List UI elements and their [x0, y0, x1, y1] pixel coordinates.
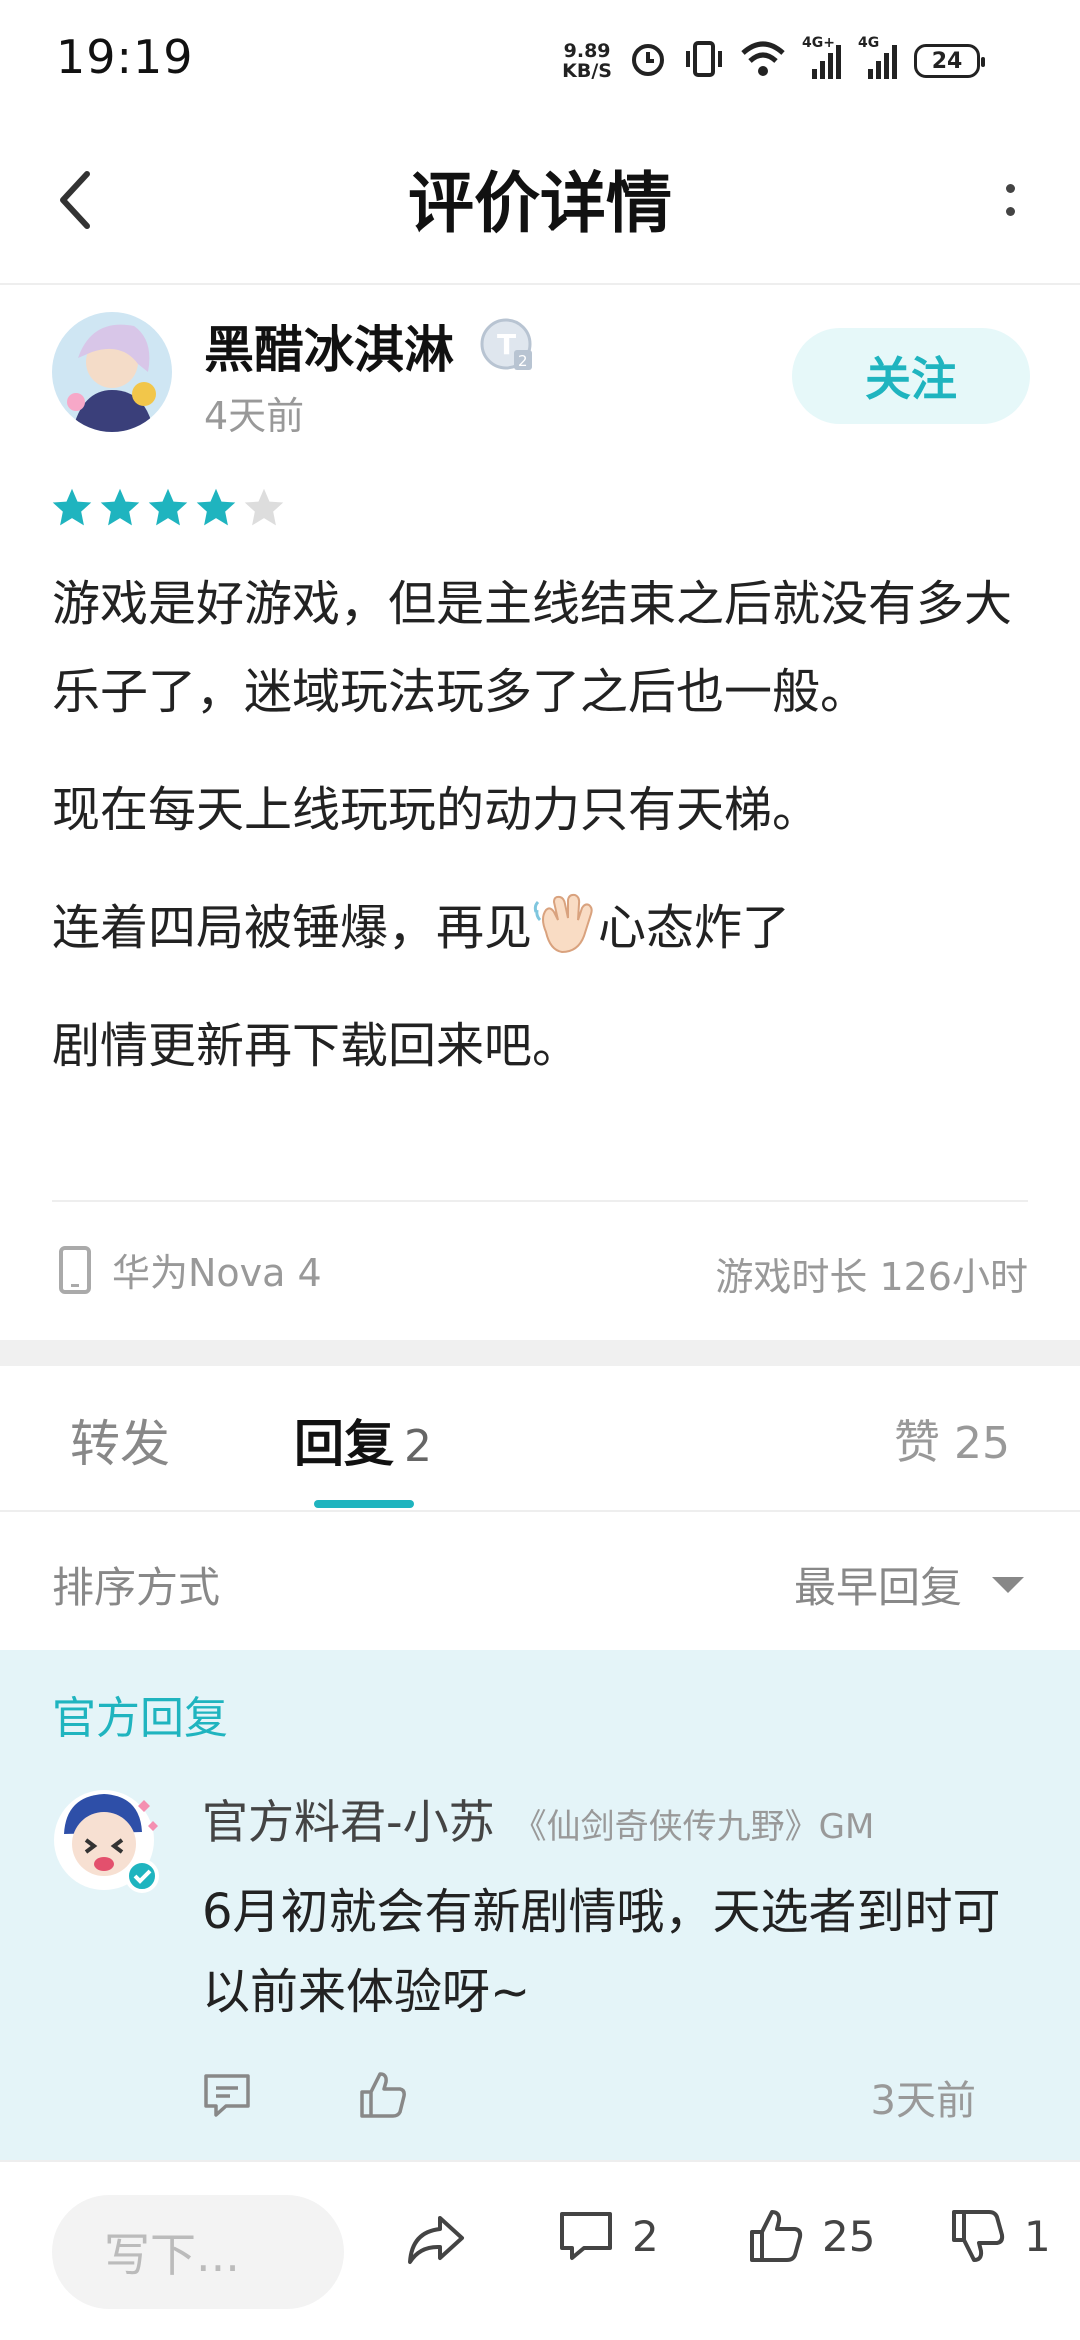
sort-dropdown[interactable]: 最早回复	[794, 1554, 1024, 1615]
vibrate-icon	[684, 39, 724, 83]
dot	[1005, 184, 1015, 193]
review-paragraph: 现在每天上线玩玩的动力只有天梯。	[52, 782, 821, 838]
reply-text: 6月初就会有新剧情哦，天选者到时可以前来体验呀~	[202, 1884, 1001, 2020]
star-empty-icon	[244, 488, 284, 526]
sort-row: 排序方式 最早回复	[0, 1512, 1080, 1650]
follow-button[interactable]: 关注	[792, 328, 1030, 424]
status-icons: 9.89 KB/S 4G+ 4G 24	[562, 35, 985, 86]
tab-like[interactable]: 赞 25	[894, 1406, 1010, 1472]
status-time: 19:19	[56, 30, 194, 84]
like-count: 25	[954, 1418, 1010, 1469]
share-button[interactable]	[404, 2206, 468, 2270]
divider	[52, 1200, 1028, 1202]
wifi-icon	[740, 39, 786, 83]
active-tab-indicator	[314, 1500, 414, 1508]
star-filled-icon	[148, 488, 188, 526]
author-avatar[interactable]	[52, 312, 172, 432]
dislike-count: 1	[1024, 2211, 1051, 2261]
star-filled-icon	[196, 488, 236, 526]
more-menu-button[interactable]	[980, 160, 1040, 240]
battery-icon: 24	[914, 44, 985, 78]
review-paragraph: 游戏是好游戏，但是主线结束之后就没有多大乐子了，迷域玩法玩多了之后也一般。	[52, 576, 1013, 720]
app-header: 评价详情	[0, 120, 1080, 285]
cell-signal-icon: 4G	[858, 35, 898, 81]
svg-text:T: T	[497, 328, 516, 361]
section-separator	[0, 1340, 1080, 1366]
phone-icon	[59, 1245, 91, 1294]
reply-time: 3天前	[870, 2078, 976, 2124]
author-name[interactable]: 黑醋冰淇淋	[204, 310, 454, 382]
star-filled-icon	[52, 488, 92, 526]
tab-bar: 转发 回复 2 赞 25	[0, 1366, 1080, 1512]
like-button[interactable]: 25	[746, 2206, 875, 2266]
dot	[1005, 207, 1015, 216]
review-paragraph: 剧情更新再下载回来吧。	[52, 1018, 581, 1074]
official-reply: 官方回复 官方料君-小苏 《仙剑奇侠传九野》GM 6月初就会有新剧情哦，天选者到时…	[0, 1650, 1080, 2160]
comment-count: 2	[632, 2211, 659, 2261]
tab-reply[interactable]: 回复 2	[294, 1404, 432, 1476]
review-time: 4天前	[204, 394, 305, 438]
review-paragraph: 连着四局被锤爆，再见 心态炸了	[52, 884, 1032, 972]
tab-forward[interactable]: 转发	[70, 1404, 170, 1476]
official-reply-label: 官方回复	[52, 1693, 228, 1744]
waving-hand-icon	[532, 892, 598, 956]
reply-actions	[200, 2068, 410, 2126]
page-title: 评价详情	[408, 165, 672, 242]
level-badge-icon: T 2	[480, 318, 536, 374]
cell-signal-icon: 4G+	[802, 35, 842, 81]
comment-button[interactable]: 2	[556, 2206, 659, 2266]
svg-text:2: 2	[518, 352, 528, 370]
rating-stars	[50, 486, 286, 530]
gm-title: 《仙剑奇侠传九野》GM	[512, 1807, 875, 1847]
comment-icon	[560, 2212, 612, 2260]
star-filled-icon	[100, 488, 140, 526]
thumbs-down-icon	[952, 2210, 1005, 2262]
share-icon	[408, 2216, 464, 2264]
gm-avatar[interactable]	[52, 1784, 164, 1896]
caret-down-icon	[992, 1576, 1024, 1593]
status-bar: 19:19 9.89 KB/S 4G+ 4G 24	[0, 0, 1080, 120]
comment-input[interactable]: 写下...	[52, 2195, 344, 2309]
gm-name[interactable]: 官方料君-小苏 《仙剑奇侠传九野》GM	[202, 1786, 874, 1852]
net-speed: 9.89 KB/S	[562, 40, 612, 82]
reply-count: 2	[404, 1421, 432, 1472]
sort-label: 排序方式	[52, 1563, 221, 1612]
dislike-button[interactable]: 1	[948, 2206, 1051, 2266]
comment-icon[interactable]	[200, 2068, 254, 2126]
alarm-icon	[628, 39, 668, 83]
review-body: 游戏是好游戏，但是主线结束之后就没有多大乐子了，迷域玩法玩多了之后也一般。 现在…	[52, 560, 1032, 1120]
thumbs-up-icon	[750, 2210, 803, 2262]
device-info: 华为Nova 4	[58, 1242, 322, 1297]
device-name: 华为Nova 4	[112, 1251, 322, 1295]
thumbs-up-icon[interactable]	[356, 2068, 410, 2126]
playtime: 游戏时长 126小时	[715, 1255, 1028, 1299]
like-count: 25	[822, 2211, 876, 2261]
bottom-action-bar: 写下... 2 25 1	[0, 2160, 1080, 2340]
